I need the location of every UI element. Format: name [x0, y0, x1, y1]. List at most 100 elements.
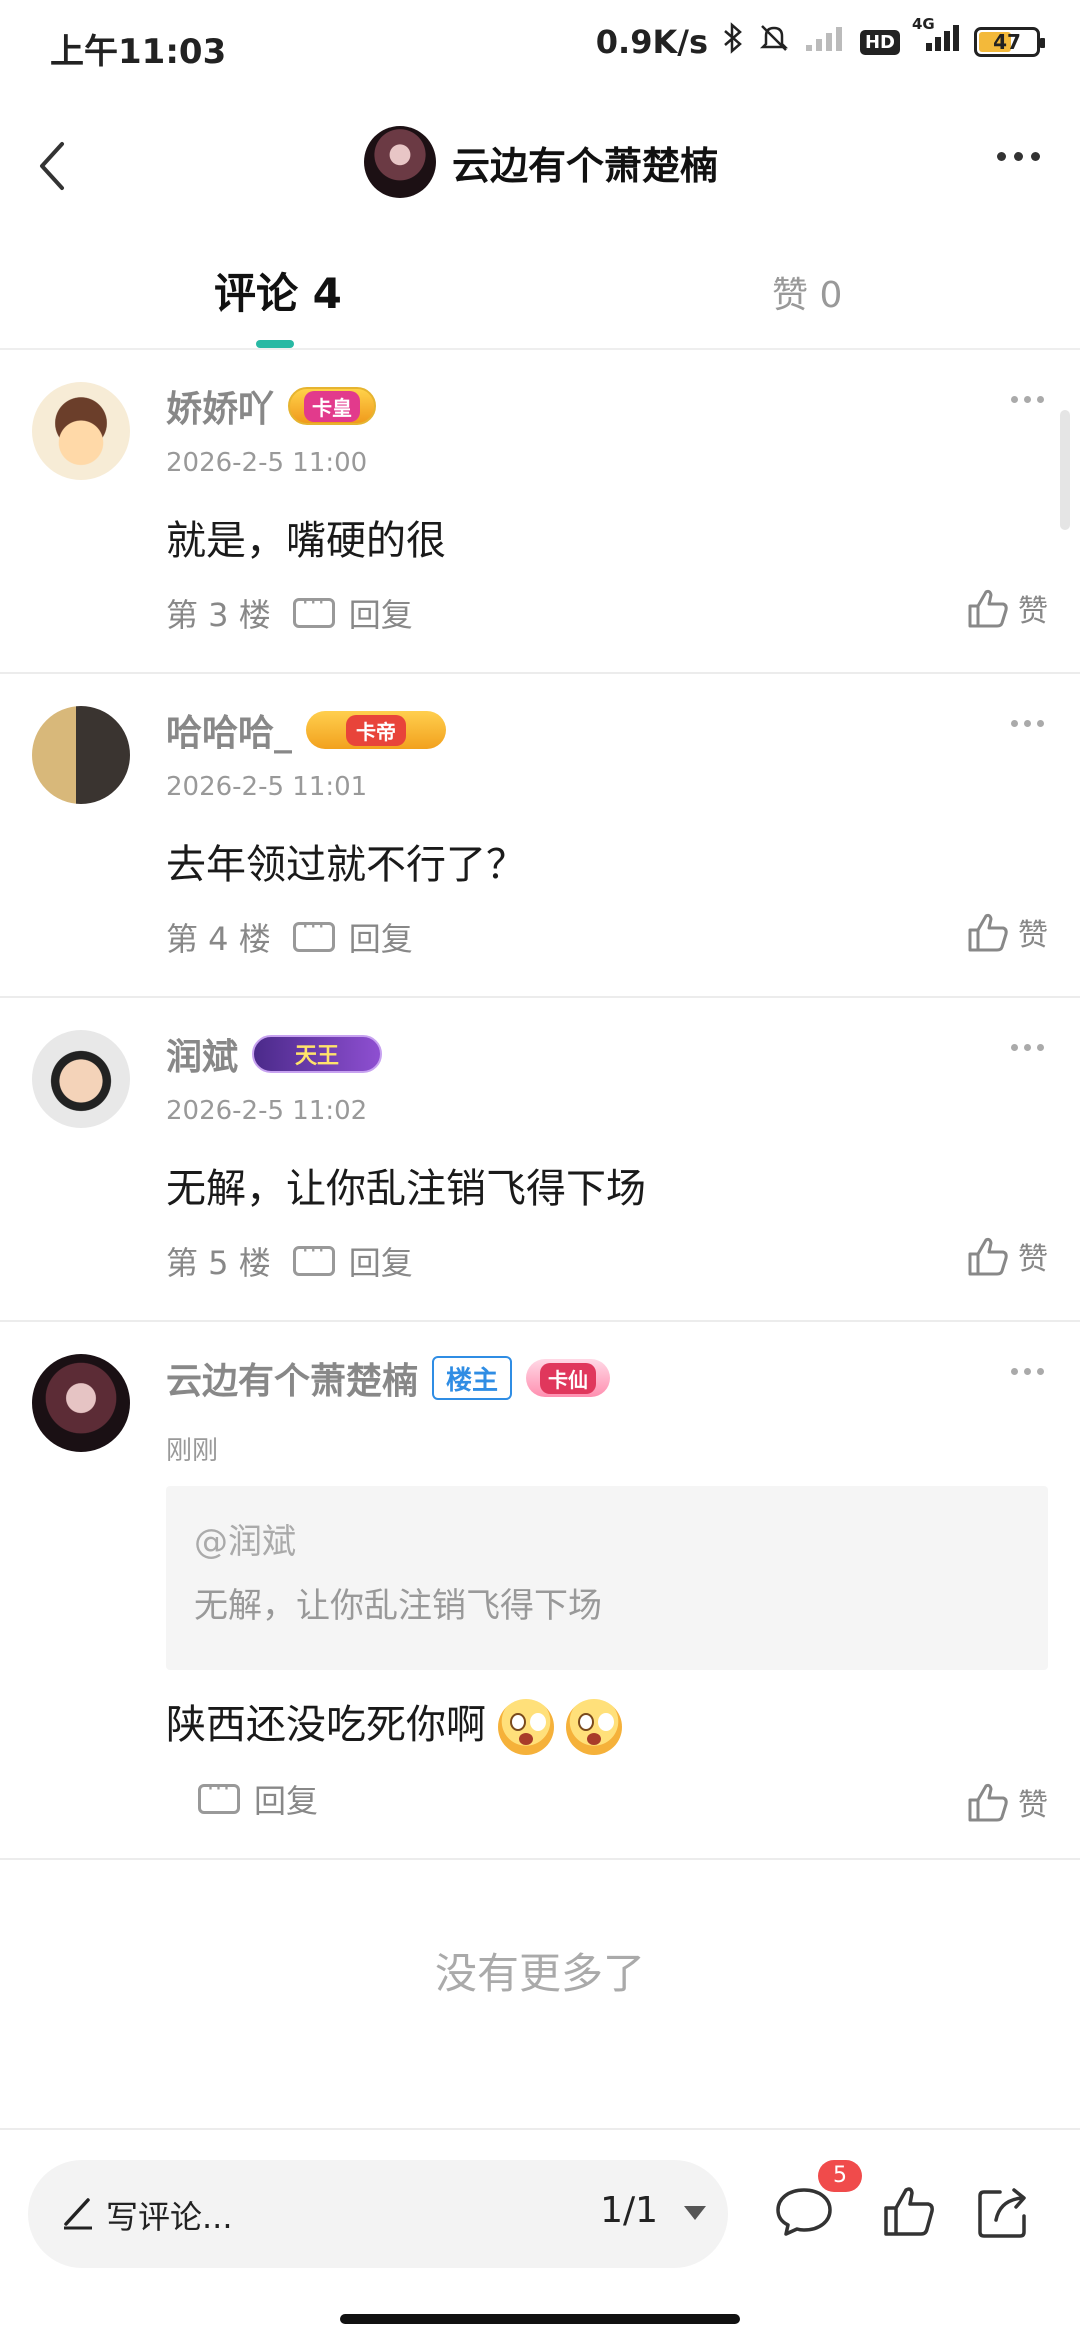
floor-label: 第 5 楼	[166, 1244, 271, 1282]
net-speed: 0.9K/s	[595, 23, 708, 61]
write-comment-placeholder: 写评论...	[106, 2198, 233, 2236]
battery-level: 47	[993, 30, 1021, 54]
tab-bar: 评论 4 赞 0	[0, 240, 1080, 350]
tab-likes[interactable]: 赞 0	[772, 266, 842, 318]
more-icon[interactable]	[1011, 1368, 1044, 1375]
comment-content: 陕西还没吃死你啊	[166, 1702, 486, 1748]
comment-content-row: 陕西还没吃死你啊	[166, 1692, 622, 1755]
comment-actions: 第 5 楼 回复	[166, 1238, 413, 1284]
level-badge: 天王	[252, 1035, 383, 1073]
back-icon[interactable]	[24, 130, 84, 200]
chevron-down-icon[interactable]	[684, 2206, 706, 2220]
more-icon[interactable]	[1011, 396, 1044, 403]
level-badge-label: 卡仙	[540, 1362, 597, 1394]
comment-time: 刚刚	[166, 1436, 219, 1466]
status-bar: 上午11:03 0.9K/s HD 4G 47	[0, 0, 1080, 96]
end-of-list-message: 没有更多了	[434, 1949, 645, 1998]
floor-label: 第 4 楼	[166, 920, 271, 958]
thumbs-up-icon	[968, 1237, 1008, 1276]
level-badge-label: 卡帝	[346, 714, 407, 746]
comment-header: 云边有个萧楚楠 楼主 卡仙	[166, 1352, 611, 1404]
header-user[interactable]: 云边有个萧楚楠	[364, 126, 718, 198]
network-type: 4G	[912, 15, 935, 33]
comment-count-badge: 5	[818, 2160, 862, 2192]
comment-header: 哈哈哈_ 卡帝	[166, 704, 447, 756]
reply-icon	[292, 1239, 335, 1276]
more-icon[interactable]	[1011, 720, 1044, 727]
comment-actions: 第 4 楼 回复	[166, 914, 413, 960]
thumbs-up-icon	[968, 913, 1008, 952]
comment-actions: 回复	[198, 1776, 318, 1822]
wifi-signal-icon	[804, 23, 846, 61]
comment-content: 就是，嘴硬的很	[166, 518, 446, 564]
reply-icon	[292, 915, 335, 952]
reply-button[interactable]: 回复	[292, 1238, 413, 1284]
comment-item: 哈哈哈_ 卡帝 2026-2-5 11:01 去年领过就不行了？ 第 4 楼 回…	[0, 676, 1080, 998]
hd-icon: HD	[859, 29, 900, 55]
reply-button[interactable]: 回复	[292, 914, 413, 960]
app-header: 云边有个萧楚楠	[0, 110, 1080, 220]
avatar[interactable]	[32, 1354, 130, 1452]
comment-time: 2026-2-5 11:00	[166, 448, 368, 478]
pencil-icon	[64, 2198, 92, 2230]
avatar[interactable]	[32, 382, 130, 480]
like-button[interactable]: 赞	[966, 1234, 1048, 1278]
quote-text: 无解，让你乱注销飞得下场	[194, 1586, 602, 1626]
tab-comments[interactable]: 评论 4	[214, 260, 342, 321]
reply-label: 回复	[348, 920, 413, 958]
reply-label: 回复	[254, 1782, 319, 1820]
quote-username: @润斌	[194, 1522, 296, 1562]
like-label: 赞	[1018, 918, 1048, 953]
comment-content: 去年领过就不行了？	[166, 842, 526, 888]
comment-header: 娇娇吖 卡皇	[166, 380, 377, 432]
page-title: 云边有个萧楚楠	[452, 143, 719, 188]
level-badge-label: 卡皇	[304, 390, 361, 422]
reply-label: 回复	[348, 596, 413, 634]
like-button[interactable]: 赞	[966, 1780, 1048, 1824]
comment-actions: 第 3 楼 回复	[166, 590, 413, 636]
like-label: 赞	[1018, 1788, 1048, 1823]
write-comment-input[interactable]: 写评论... 1/1	[28, 2160, 728, 2268]
mute-bell-icon	[758, 22, 790, 62]
reply-icon	[292, 591, 335, 628]
comment-header: 润斌 天王	[166, 1028, 383, 1080]
comment-content: 无解，让你乱注销飞得下场	[166, 1166, 646, 1212]
reply-label: 回复	[348, 1244, 413, 1282]
more-icon[interactable]	[997, 152, 1040, 161]
avatar[interactable]	[32, 706, 130, 804]
comment-username[interactable]: 哈哈哈_	[166, 704, 292, 756]
comment-username[interactable]: 云边有个萧楚楠	[166, 1352, 418, 1404]
page-selector[interactable]: 1/1	[600, 2190, 658, 2231]
level-badge: 卡帝	[306, 711, 447, 749]
share-icon[interactable]	[972, 2180, 1036, 2244]
reply-button[interactable]: 回复	[198, 1776, 318, 1822]
tab-indicator	[256, 340, 294, 348]
reply-icon	[198, 1777, 240, 1814]
comment-username[interactable]: 润斌	[166, 1028, 238, 1080]
reply-button[interactable]: 回复	[292, 590, 413, 636]
like-button[interactable]: 赞	[966, 586, 1048, 630]
level-badge: 卡皇	[288, 387, 377, 425]
more-icon[interactable]	[1011, 1044, 1044, 1051]
like-label: 赞	[1018, 1242, 1048, 1277]
like-button[interactable]: 赞	[966, 910, 1048, 954]
quoted-comment[interactable]: @润斌 无解，让你乱注销飞得下场	[166, 1486, 1048, 1670]
cell-signal-icon: 4G	[912, 15, 960, 61]
avatar[interactable]	[364, 126, 436, 198]
comment-time: 2026-2-5 11:02	[166, 1096, 368, 1126]
floor-label: 第 3 楼	[166, 596, 271, 634]
avatar[interactable]	[32, 1030, 130, 1128]
status-time: 上午11:03	[50, 32, 227, 72]
status-icons: 0.9K/s HD 4G 47	[595, 15, 1045, 62]
home-indicator[interactable]	[340, 2314, 740, 2324]
thumbs-up-icon[interactable]	[878, 2180, 942, 2244]
comment-time: 2026-2-5 11:01	[166, 772, 368, 802]
op-badge: 楼主	[432, 1356, 513, 1400]
comment-item: 云边有个萧楚楠 楼主 卡仙 刚刚 @润斌 无解，让你乱注销飞得下场 陕西还没吃死…	[0, 1324, 1080, 1860]
shocked-emoji-icon	[498, 1699, 554, 1755]
bottom-bar: 写评论... 1/1 5	[0, 2128, 1080, 2340]
comment-username[interactable]: 娇娇吖	[166, 380, 274, 432]
comment-item: 润斌 天王 2026-2-5 11:02 无解，让你乱注销飞得下场 第 5 楼 …	[0, 1000, 1080, 1322]
shocked-emoji-icon	[566, 1699, 622, 1755]
like-label: 赞	[1018, 594, 1048, 629]
